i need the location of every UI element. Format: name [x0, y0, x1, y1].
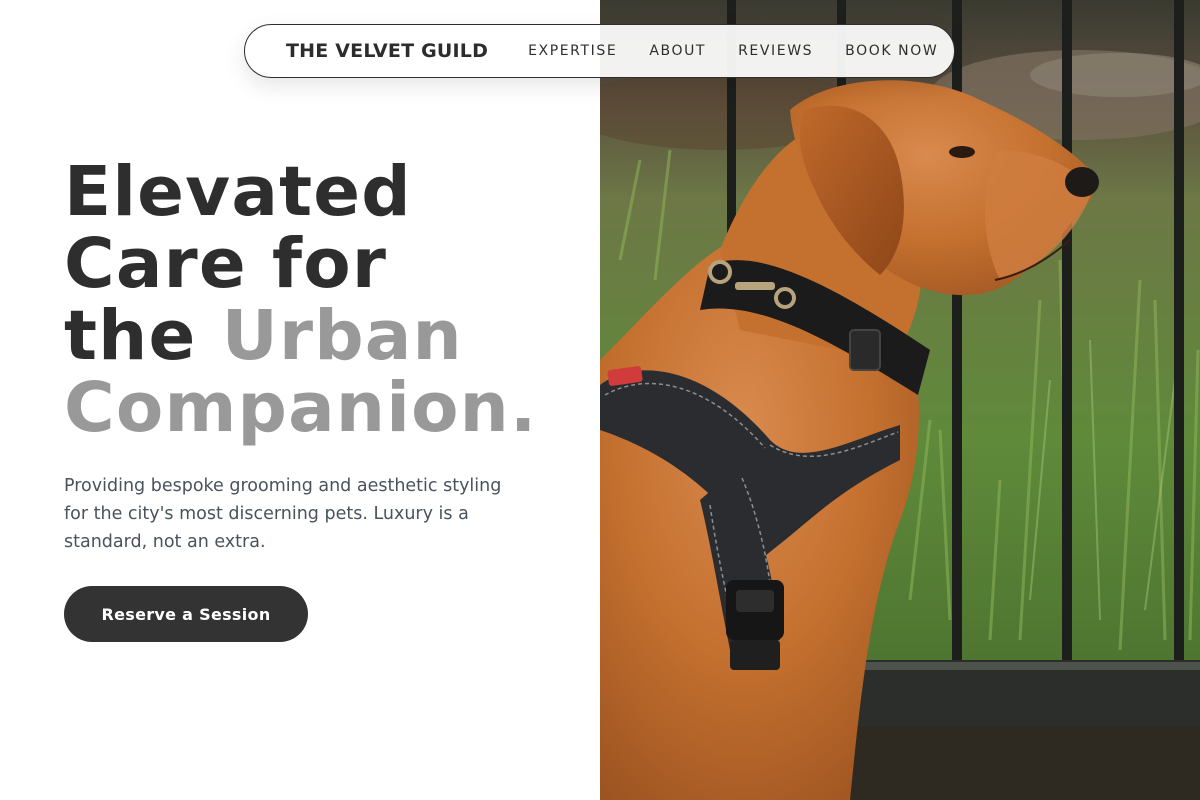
reserve-session-button[interactable]: Reserve a Session	[64, 586, 308, 642]
headline-line-2: Care for	[64, 224, 388, 304]
nav-links: EXPERTISE ABOUT REVIEWS BOOK NOW	[528, 43, 938, 59]
landing-page: THE VELVET GUILD EXPERTISE ABOUT REVIEWS…	[0, 0, 1200, 800]
headline-line-1: Elevated	[64, 152, 412, 232]
hero-headline: Elevated Care for the Urban Companion.	[64, 156, 584, 444]
headline-line-3-muted: Urban	[221, 296, 463, 376]
top-nav: THE VELVET GUILD EXPERTISE ABOUT REVIEWS…	[244, 24, 955, 78]
hero-description: Providing bespoke grooming and aesthetic…	[64, 476, 502, 552]
nav-link-reviews[interactable]: REVIEWS	[738, 43, 813, 59]
hero-dog-image	[600, 0, 1200, 800]
brand-logo[interactable]: THE VELVET GUILD	[286, 40, 488, 62]
nav-link-expertise[interactable]: EXPERTISE	[528, 43, 617, 59]
headline-line-3-dark: the	[64, 296, 197, 376]
headline-line-4-muted: Companion.	[64, 368, 538, 448]
nav-link-about[interactable]: ABOUT	[649, 43, 706, 59]
hero-section: Elevated Care for the Urban Companion. P…	[64, 156, 584, 556]
nav-link-book-now[interactable]: BOOK NOW	[845, 43, 938, 59]
